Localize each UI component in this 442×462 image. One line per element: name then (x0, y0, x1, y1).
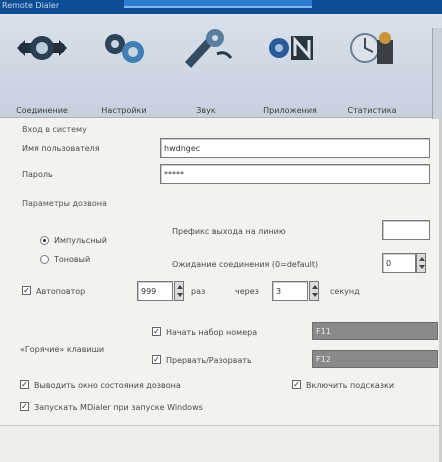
settings-button[interactable]: Настройки (86, 18, 162, 115)
wait-input[interactable]: 0 (382, 253, 416, 273)
prefix-label: Префикс выхода на линию (172, 227, 286, 236)
toolbar-scroll-arrow[interactable] (432, 28, 442, 132)
times-label: раз (191, 287, 206, 296)
settings-gear-icon (105, 34, 144, 63)
status-bar (0, 425, 442, 462)
title-accent (124, 0, 312, 8)
stop-dial-checkbox[interactable]: ✓ (152, 355, 161, 364)
dialing-group-title: Параметры дозвона (22, 199, 107, 208)
toolbar: Соединение Настройки Звук Приложения Ста… (0, 14, 442, 132)
wait-label: Ожидание соединения (0=default) (172, 260, 319, 269)
autoredial-spinner[interactable] (174, 281, 184, 301)
statistics-button[interactable]: Статистика (334, 18, 410, 115)
stop-dial-hotkey[interactable]: F12 (312, 350, 438, 368)
autoredial-checkbox[interactable]: ✓ (22, 286, 31, 295)
tone-mode-label: Тоновый (54, 255, 91, 264)
start-dial-label: Начать набор номера (166, 328, 258, 337)
connection-icon (17, 36, 67, 60)
autoredial-input[interactable]: 999 (137, 281, 173, 301)
username-label: Имя пользователя (22, 144, 100, 153)
run-on-start-checkbox[interactable]: ✓ (20, 402, 29, 411)
applications-label: Приложения (263, 106, 317, 115)
title-bar[interactable]: Remote Dialer (0, 0, 442, 14)
sound-button[interactable]: Звук (168, 18, 244, 115)
applications-button[interactable]: Приложения (252, 18, 328, 115)
autoredial-label: Автоповтор (36, 287, 86, 296)
enable-hints-checkbox[interactable]: ✓ (292, 380, 301, 389)
show-status-checkbox[interactable]: ✓ (20, 380, 29, 389)
connection-button[interactable]: Соединение (4, 18, 80, 115)
enable-hints-label: Включить подсказки (306, 381, 395, 390)
statistics-label: Статистика (347, 106, 397, 115)
settings-panel: Вход в систему Имя пользователя hwdngec … (0, 119, 442, 462)
seconds-label: секунд (330, 287, 360, 296)
pulse-mode-radio[interactable] (40, 236, 49, 245)
run-on-start-label: Запускать MDialer при запуске Windows (34, 403, 203, 412)
wait-spinner[interactable] (416, 253, 426, 273)
password-input[interactable]: ***** (160, 164, 430, 184)
statistics-clock-icon (350, 32, 393, 64)
interval-label: через (235, 287, 259, 296)
password-label: Пароль (22, 170, 53, 179)
hotkeys-group-label: «Горячие» клавиши (20, 345, 105, 354)
start-dial-hotkey[interactable]: F11 (312, 322, 438, 340)
prefix-input[interactable] (382, 220, 430, 240)
sound-label: Звук (196, 106, 216, 115)
start-dial-checkbox[interactable]: ✓ (152, 327, 161, 336)
interval-input[interactable]: 3 (272, 281, 308, 301)
pulse-mode-label: Импульсный (54, 236, 107, 245)
stop-dial-label: Прервать/Разорвать (166, 356, 252, 365)
show-status-label: Выводить окно состояния дозвона (34, 381, 181, 390)
window-title: Remote Dialer (2, 1, 60, 10)
settings-label: Настройки (101, 106, 147, 115)
connection-label: Соединение (16, 106, 68, 115)
sound-wrench-icon (185, 29, 233, 68)
username-input[interactable]: hwdngec (160, 138, 430, 158)
interval-spinner[interactable] (309, 281, 319, 301)
dialer-window: Remote Dialer Соединение Настройки Звук … (0, 0, 442, 462)
tone-mode-radio[interactable] (40, 255, 49, 264)
login-group-title: Вход в систему (22, 125, 87, 134)
applications-icon (269, 36, 313, 60)
